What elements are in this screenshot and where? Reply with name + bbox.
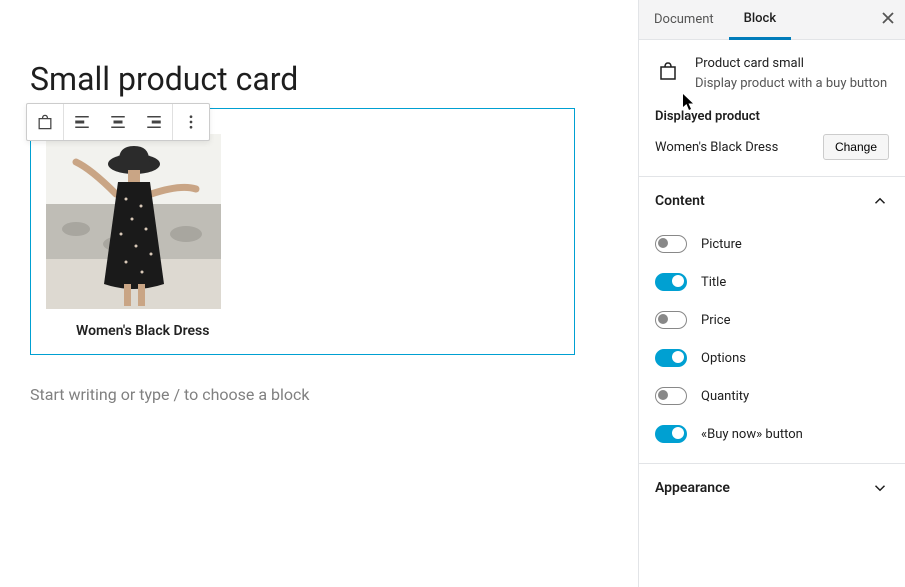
toggle-row-title: Title <box>655 263 889 301</box>
displayed-product-row: Women's Black Dress Change <box>639 134 905 176</box>
bag-icon <box>656 59 680 83</box>
toggle-picture[interactable] <box>655 235 687 253</box>
block-placeholder[interactable]: Start writing or type / to choose a bloc… <box>30 385 608 404</box>
close-sidebar-button[interactable] <box>881 10 895 29</box>
tab-document[interactable]: Document <box>639 0 729 40</box>
page-title[interactable]: Small product card <box>30 60 608 98</box>
toggle-buy-now[interactable] <box>655 425 687 443</box>
align-left-button[interactable] <box>64 104 100 140</box>
displayed-product-heading: Displayed product <box>639 103 905 134</box>
align-center-icon <box>109 113 127 131</box>
more-options-button[interactable] <box>173 104 209 140</box>
block-info-title: Product card small <box>695 56 889 71</box>
product-card-block[interactable]: Women's Black Dress <box>30 108 575 355</box>
displayed-product-value: Women's Black Dress <box>655 140 778 155</box>
appearance-panel: Appearance <box>639 463 905 512</box>
block-info: Product card small Display product with … <box>639 40 905 103</box>
toggle-label-picture: Picture <box>701 237 742 252</box>
product-name: Women's Black Dress <box>76 323 549 339</box>
align-right-button[interactable] <box>136 104 172 140</box>
close-icon <box>881 11 895 25</box>
toggle-label-title: Title <box>701 275 726 290</box>
toggle-label-price: Price <box>701 313 730 328</box>
bag-icon <box>35 112 55 132</box>
toggle-row-quantity: Quantity <box>655 377 889 415</box>
content-panel: Content Picture Title Price Options <box>639 176 905 463</box>
align-center-button[interactable] <box>100 104 136 140</box>
chevron-up-icon <box>871 192 889 210</box>
toggle-row-picture: Picture <box>655 225 889 263</box>
content-panel-title: Content <box>655 193 705 209</box>
sidebar-tabs: Document Block <box>639 0 905 40</box>
toggle-quantity[interactable] <box>655 387 687 405</box>
toggle-label-buy: «Buy now» button <box>701 427 803 442</box>
block-toolbar <box>26 103 210 141</box>
align-right-icon <box>145 113 163 131</box>
change-product-button[interactable]: Change <box>823 134 889 160</box>
editor-canvas: Small product card <box>0 0 638 587</box>
block-type-icon-box <box>655 58 681 84</box>
inspector-sidebar: Document Block Product card small Displa… <box>638 0 905 587</box>
more-vertical-icon <box>182 113 200 131</box>
toggle-title[interactable] <box>655 273 687 291</box>
align-left-icon <box>73 113 91 131</box>
block-type-button[interactable] <box>27 104 63 140</box>
appearance-panel-header[interactable]: Appearance <box>639 464 905 512</box>
content-panel-header[interactable]: Content <box>639 177 905 225</box>
appearance-panel-title: Appearance <box>655 480 730 496</box>
product-image <box>46 134 221 309</box>
toggle-label-options: Options <box>701 351 746 366</box>
block-info-description: Display product with a buy button <box>695 75 889 93</box>
tab-block[interactable]: Block <box>729 0 791 40</box>
toggle-row-price: Price <box>655 301 889 339</box>
toggle-row-buy: «Buy now» button <box>655 415 889 453</box>
toggle-label-quantity: Quantity <box>701 389 749 404</box>
toggle-row-options: Options <box>655 339 889 377</box>
toggle-options[interactable] <box>655 349 687 367</box>
chevron-down-icon <box>871 479 889 497</box>
toggle-price[interactable] <box>655 311 687 329</box>
